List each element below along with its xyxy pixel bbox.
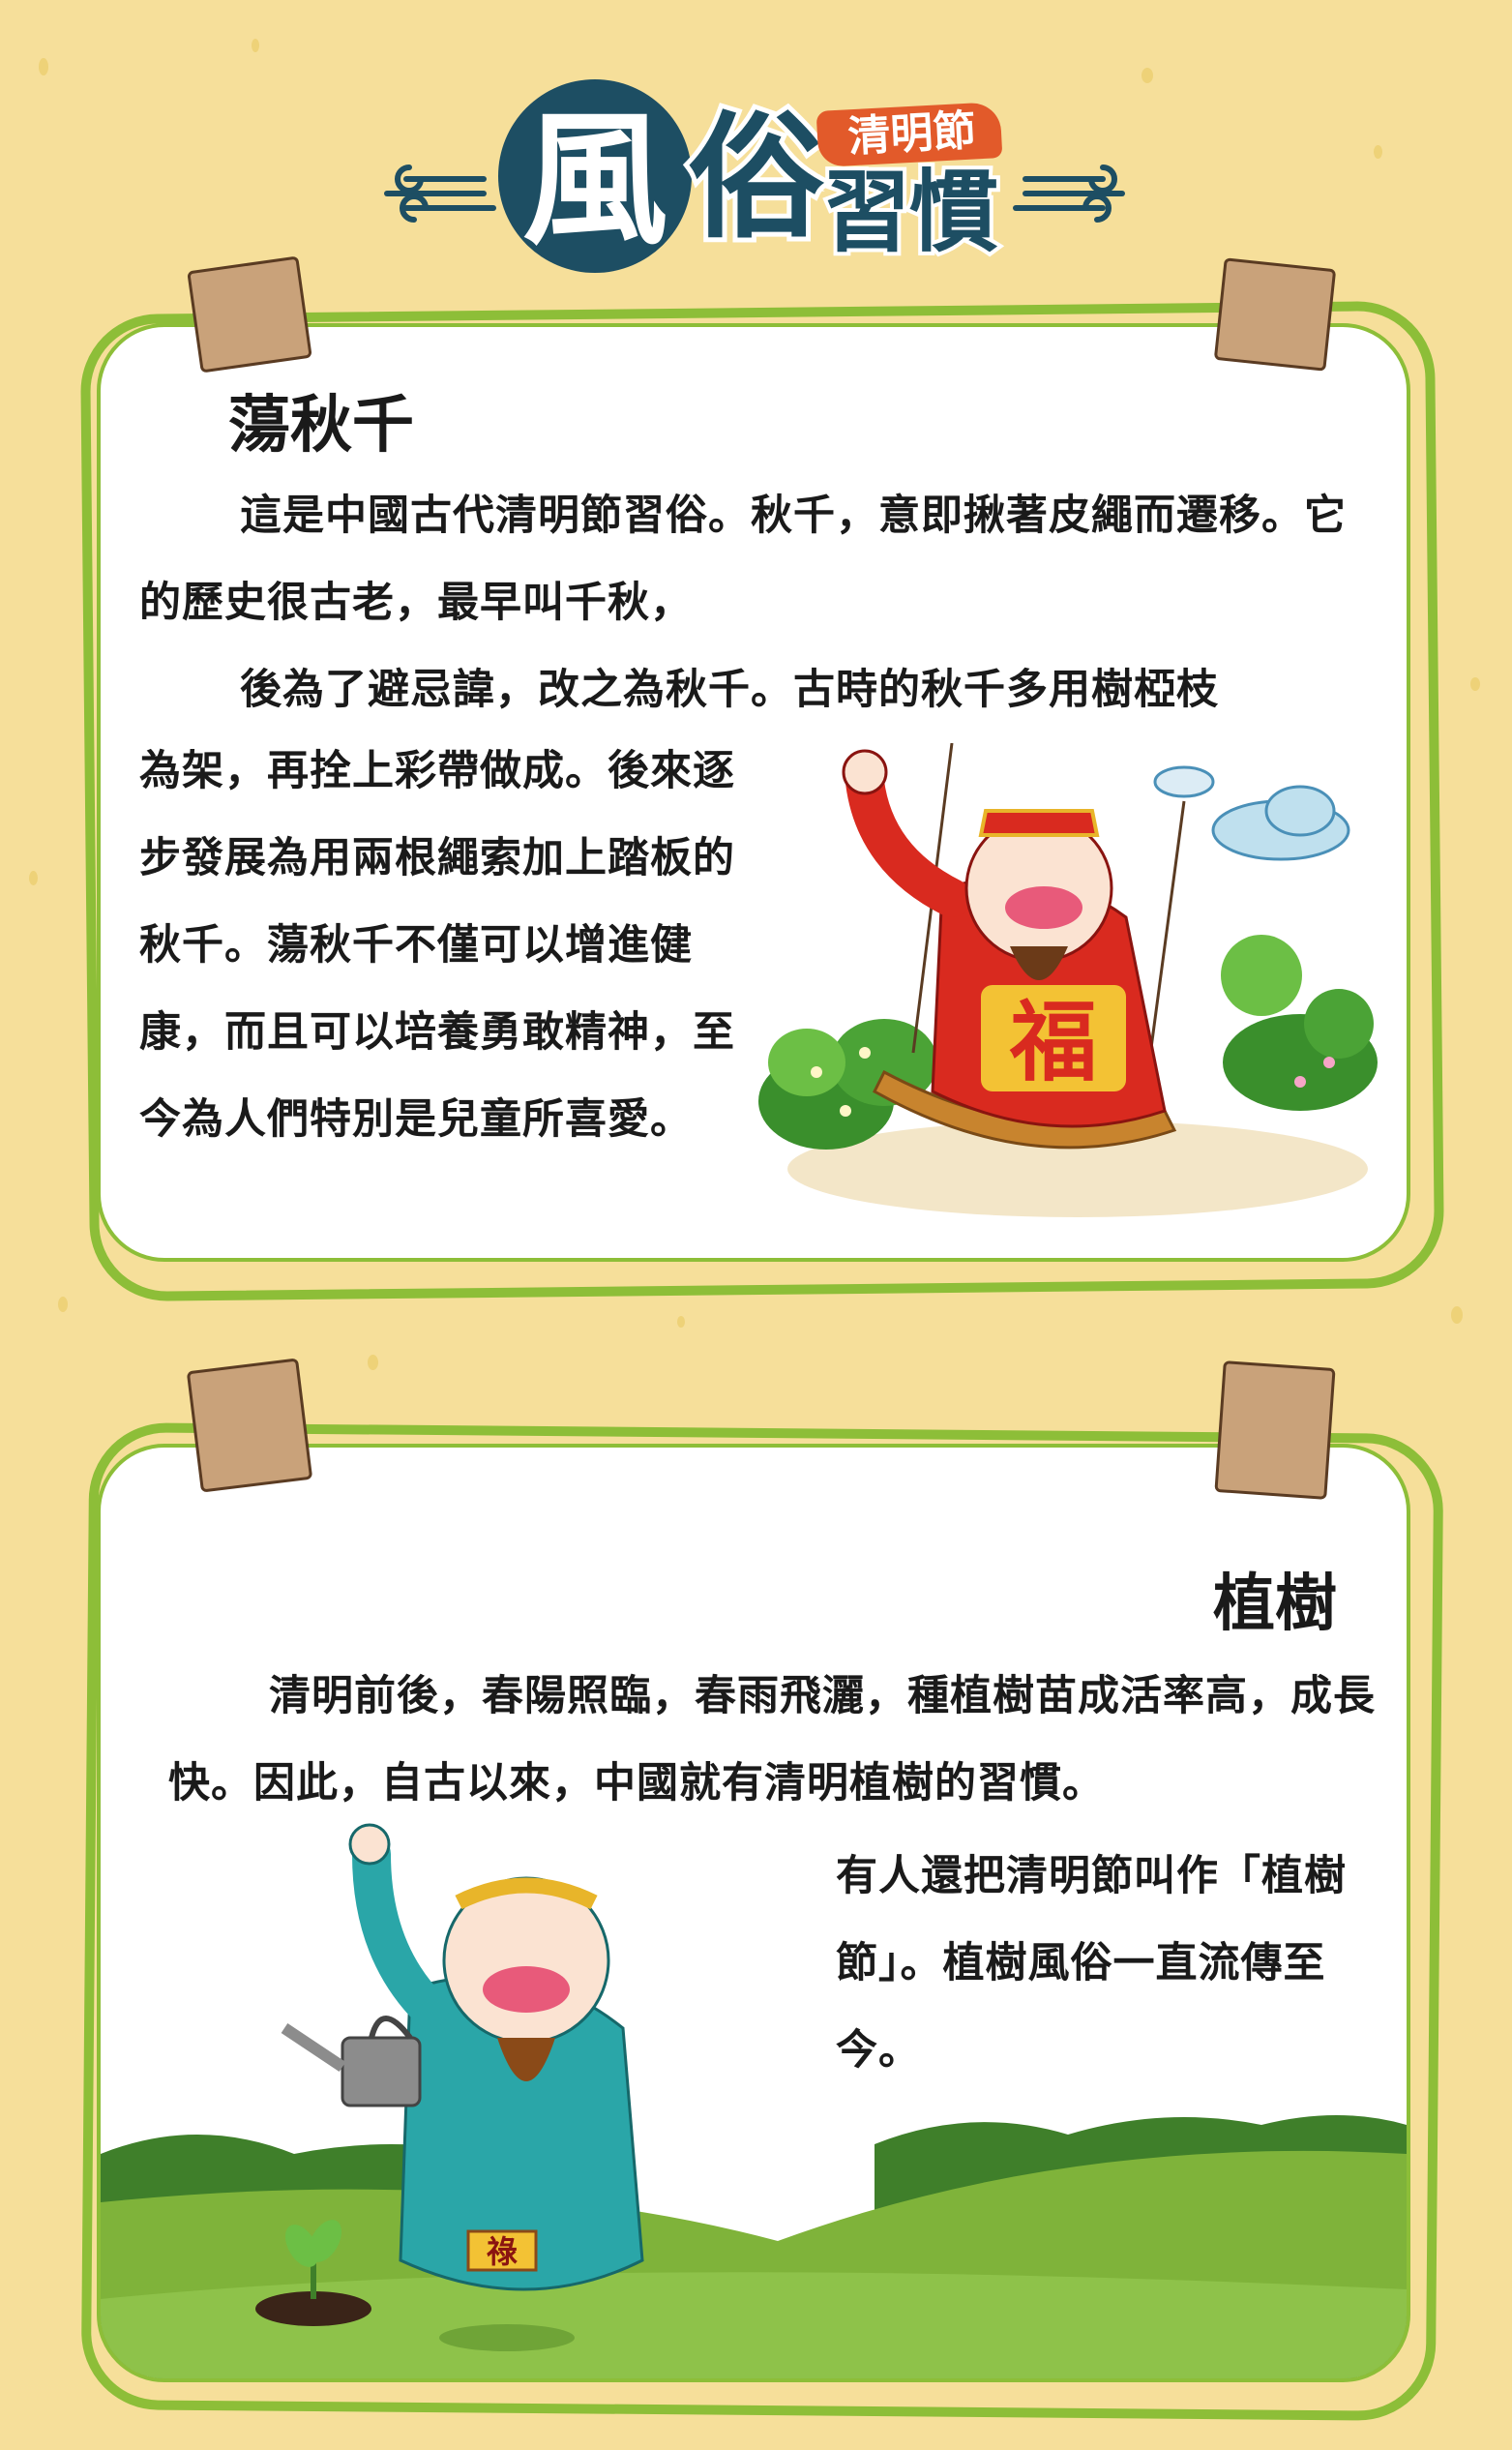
swing-card-paragraph-1: 這是中國古代清明節習俗。秋千，意即揪著皮繩而遷移。它的歷史很古老，最早叫千秋， [139,492,1347,627]
festival-badge-label: 清明節 [846,105,977,163]
paper-clip-icon [186,1358,313,1493]
swing-card-title: 蕩秋千 [228,390,414,462]
paper-clip-icon [187,255,312,373]
seedling-icon [255,2220,371,2326]
swing-card-paragraph-2: 後為了避忌諱，改之為秋千。古時的秋千多用樹椏枝 [240,666,1219,714]
tree-card: 植樹 清明前後，春陽照臨，春雨飛灑，種植樹苗成活率高，成長快。因此，自古以來，中… [97,1444,1410,2382]
tree-icon [1221,935,1378,1111]
title-char-feng: 風 [521,97,667,265]
blessing-character: 福 [1009,992,1097,1093]
page-header: 風 俗 清明節 習慣 [0,0,1512,273]
tree-card-paragraph-1: 清明前後，春陽照臨，春雨飛灑，種植樹苗成活率高，成長快。因此，自古以來，中國就有… [168,1672,1376,1808]
emolument-character: 祿 [487,2233,518,2270]
title-rest: 習慣 [818,161,1002,265]
swing-card: 蕩秋千 這是中國古代清明節習俗。秋千，意即揪著皮繩而遷移。它的歷史很古老，最早叫… [97,323,1410,1262]
tree-planting-illustration: 祿 [255,1823,644,2351]
swing-illustration: 福 [758,743,1378,1217]
watering-can-icon [281,2016,422,2107]
paper-clip-icon [1213,257,1337,372]
tree-card-title: 植樹 [1213,1569,1337,1640]
title-char-su: 俗 [684,100,829,257]
cloud-icon [1153,765,1350,861]
paper-clip-icon [1214,1360,1336,1500]
swing-card-paragraph-3: 為架，再拴上彩帶做成。後來逐步發展為用兩根繩索加上踏板的秋千。蕩秋千不僅可以增進… [139,747,735,1144]
